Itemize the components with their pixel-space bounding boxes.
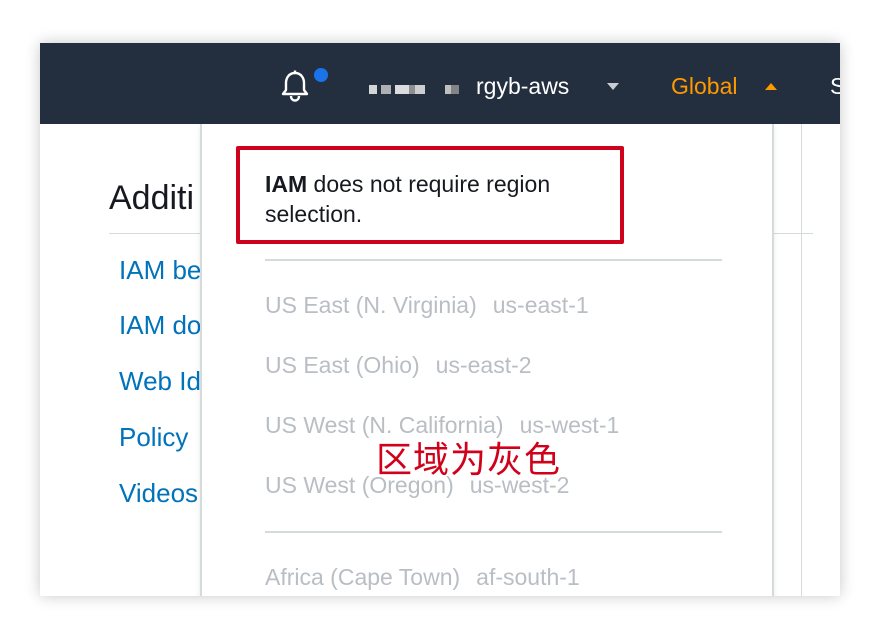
caret-down-icon[interactable] (607, 83, 619, 90)
notice-message: does not require region selection. (265, 171, 551, 227)
region-option-code: af-south-1 (476, 564, 580, 590)
dropdown-divider (265, 531, 722, 533)
region-option-af-south-1[interactable]: Africa (Cape Town) af-south-1 (265, 564, 580, 591)
resource-link-policy[interactable]: Policy (119, 422, 188, 453)
resource-link-videos[interactable]: Videos (119, 478, 198, 509)
screenshot-frame: rgyb-aws Global S Additi IAM be IAM do W… (40, 43, 840, 596)
top-navigation-bar: rgyb-aws Global S (40, 43, 840, 124)
notice-service-name: IAM (265, 171, 308, 197)
bell-icon[interactable] (278, 69, 312, 103)
resource-link-web-identity[interactable]: Web Id (119, 366, 201, 397)
region-option-name: US East (N. Virginia) (265, 292, 477, 318)
region-option-name: US East (Ohio) (265, 352, 420, 378)
section-heading: Additi (109, 179, 195, 217)
dropdown-divider (265, 259, 722, 261)
notification-dot (314, 68, 328, 82)
region-option-us-east-1[interactable]: US East (N. Virginia) us-east-1 (265, 292, 589, 319)
region-option-code: us-east-1 (492, 292, 589, 318)
resource-link-iam-best-practices[interactable]: IAM be (119, 255, 201, 286)
annotation-label: 区域为灰色 (376, 440, 562, 481)
caret-up-icon[interactable] (765, 83, 777, 90)
masked-account-id (369, 79, 466, 97)
content-divider (801, 124, 802, 596)
region-option-code: us-east-2 (435, 352, 532, 378)
region-option-name: Africa (Cape Town) (265, 564, 461, 590)
region-dropdown-menu: IAM does not require region selection. U… (200, 124, 774, 596)
resource-link-iam-docs[interactable]: IAM do (119, 310, 201, 341)
nav-item-truncated[interactable]: S (830, 71, 840, 101)
region-notice: IAM does not require region selection. (265, 169, 625, 229)
account-menu-button[interactable]: rgyb-aws (476, 71, 569, 101)
region-option-us-east-2[interactable]: US East (Ohio) us-east-2 (265, 352, 532, 379)
region-selector-button[interactable]: Global (671, 71, 737, 101)
